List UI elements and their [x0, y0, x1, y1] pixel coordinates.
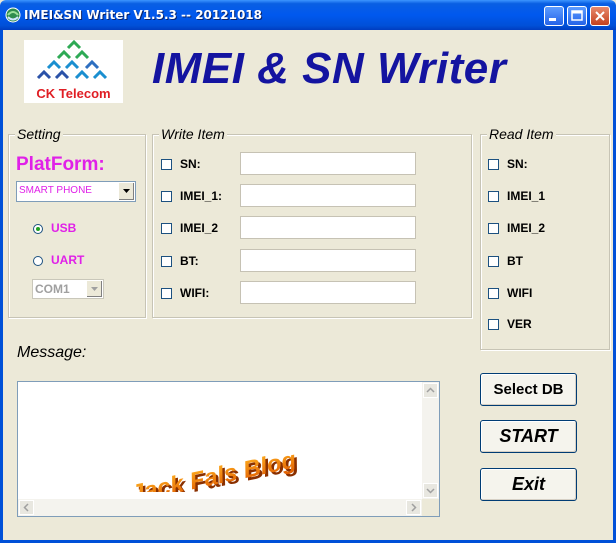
app-title: IMEI & SN Writer: [152, 44, 507, 93]
uart-radio[interactable]: [33, 256, 43, 266]
write-imei1-checkbox[interactable]: [161, 191, 172, 202]
read-ver-label: VER: [507, 317, 532, 331]
chevron-left-icon: [23, 503, 29, 512]
write-imei2-checkbox[interactable]: [161, 223, 172, 234]
scroll-down-button[interactable]: [423, 483, 438, 498]
maximize-button[interactable]: [567, 6, 587, 26]
read-imei2-checkbox[interactable]: [488, 223, 499, 234]
chevron-down-icon: [426, 488, 435, 494]
com-port-select[interactable]: COM1: [32, 279, 104, 299]
read-imei1-label: IMEI_1: [507, 189, 546, 203]
chevron-right-icon: [411, 503, 417, 512]
read-ver-checkbox[interactable]: [488, 319, 499, 330]
company-logo: CK Telecom: [24, 40, 123, 103]
horizontal-scrollbar[interactable]: [18, 499, 422, 516]
read-imei1-checkbox[interactable]: [488, 191, 499, 202]
imei1-input[interactable]: [240, 184, 416, 207]
exit-button[interactable]: Exit: [480, 468, 577, 501]
write-imei2-label: IMEI_2: [180, 221, 219, 235]
chevron-down-icon: [91, 287, 98, 291]
logo-text: CK Telecom: [36, 86, 111, 101]
read-imei2-label: IMEI_2: [507, 221, 546, 235]
read-sn-label: SN:: [507, 157, 528, 171]
write-sn-checkbox[interactable]: [161, 159, 172, 170]
sn-input[interactable]: [240, 152, 416, 175]
write-imei1-label: IMEI_1:: [180, 189, 223, 203]
select-db-button[interactable]: Select DB: [480, 373, 577, 406]
message-label: Message:: [17, 344, 87, 361]
read-item-legend: Read Item: [487, 126, 556, 142]
read-wifi-label: WIFI: [507, 286, 533, 300]
chevron-up-icon: [426, 387, 435, 393]
read-bt-label: BT: [507, 254, 523, 268]
read-bt-checkbox[interactable]: [488, 256, 499, 267]
chevron-down-icon: [123, 189, 130, 193]
close-icon: [595, 11, 605, 21]
platform-select[interactable]: SMART PHONE: [16, 181, 136, 202]
vertical-scrollbar[interactable]: [422, 382, 439, 499]
window-frame-left: [0, 30, 3, 543]
write-sn-label: SN:: [180, 157, 201, 171]
start-button[interactable]: START: [480, 420, 577, 453]
radio-selected-dot: [36, 227, 40, 231]
setting-legend: Setting: [15, 126, 63, 142]
watermark-text: Jack Fals Blog: [128, 446, 298, 492]
write-wifi-checkbox[interactable]: [161, 288, 172, 299]
read-item-group: Read Item: [480, 126, 610, 350]
app-icon: [5, 7, 21, 23]
minimize-icon: [549, 18, 556, 21]
scroll-left-button[interactable]: [19, 500, 34, 515]
maximize-icon: [571, 10, 583, 21]
window-title: IMEI&SN Writer V1.5.3 -- 20121018: [24, 8, 262, 22]
bt-input[interactable]: [240, 249, 416, 272]
wifi-input[interactable]: [240, 281, 416, 304]
usb-label: USB: [51, 221, 77, 235]
com-port-dropdown-button[interactable]: [86, 281, 102, 297]
start-label: START: [499, 426, 558, 446]
com-port-value: COM1: [35, 282, 70, 296]
usb-radio[interactable]: [33, 224, 43, 234]
title-bar[interactable]: IMEI&SN Writer V1.5.3 -- 20121018: [0, 0, 616, 30]
write-bt-checkbox[interactable]: [161, 256, 172, 267]
platform-value: SMART PHONE: [19, 185, 92, 196]
exit-label: Exit: [511, 474, 545, 494]
scroll-right-button[interactable]: [406, 500, 421, 515]
scrollbar-corner: [422, 499, 439, 516]
write-item-legend: Write Item: [159, 126, 227, 142]
scroll-up-button[interactable]: [423, 383, 438, 398]
read-wifi-checkbox[interactable]: [488, 288, 499, 299]
select-db-label: Select DB: [493, 381, 564, 398]
message-textarea[interactable]: Jack Fals Blog Jack Fals Blog: [17, 381, 440, 517]
write-bt-label: BT:: [180, 254, 199, 268]
read-sn-checkbox[interactable]: [488, 159, 499, 170]
minimize-button[interactable]: [544, 6, 564, 26]
uart-label: UART: [51, 253, 85, 267]
platform-dropdown-button[interactable]: [118, 183, 134, 200]
platform-label: PlatForm:: [16, 154, 105, 175]
write-wifi-label: WIFI:: [180, 286, 210, 300]
ck-telecom-logo: [36, 40, 108, 80]
imei2-input[interactable]: [240, 216, 416, 239]
close-button[interactable]: [590, 6, 610, 26]
watermark: Jack Fals Blog Jack Fals Blog: [118, 422, 378, 510]
